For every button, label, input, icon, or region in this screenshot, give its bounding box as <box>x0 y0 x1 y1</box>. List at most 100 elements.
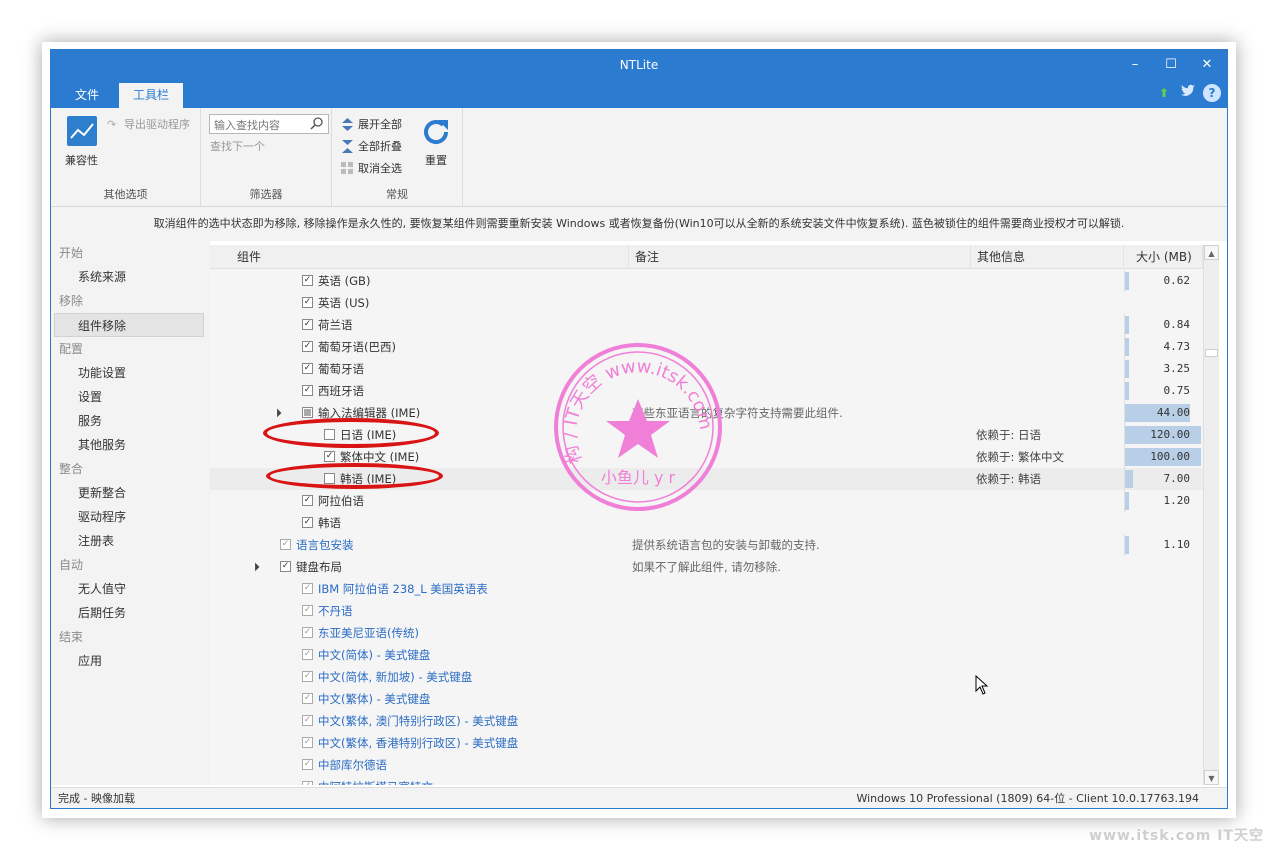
component-checkbox[interactable]: ✓ <box>302 649 313 660</box>
table-row[interactable]: ✓ 英语 (US) <box>210 292 1203 314</box>
component-checkbox[interactable]: ✓ <box>302 693 313 704</box>
component-checkbox[interactable]: ✓ <box>302 495 313 506</box>
component-checkbox[interactable]: ✓ <box>302 341 313 352</box>
column-header-info[interactable]: 其他信息 <box>971 245 1124 269</box>
sidebar-item[interactable]: 组件移除 <box>54 313 204 337</box>
removal-notice: 取消组件的选中状态即为移除, 移除操作是永久性的, 要恢复某组件则需要重新安装 … <box>51 207 1227 241</box>
column-header-component[interactable]: 组件 <box>210 245 629 269</box>
size-bar <box>1125 382 1129 400</box>
component-checkbox[interactable]: ✓ <box>302 715 313 726</box>
table-row[interactable]: ✓ 中文(简体, 新加坡) - 美式键盘 <box>210 666 1203 688</box>
size-bar <box>1125 360 1129 378</box>
table-row[interactable]: ✓ 东亚美尼亚语(传统) <box>210 622 1203 644</box>
table-row[interactable]: ✓ 英语 (GB) 0.62 <box>210 270 1203 292</box>
component-label: 中文(繁体, 香港特别行政区) - 美式键盘 <box>318 736 519 750</box>
table-row[interactable]: ✓ 荷兰语 0.84 <box>210 314 1203 336</box>
table-row[interactable]: ✓ 韩语 <box>210 512 1203 534</box>
table-row[interactable]: ✓ 不丹语 <box>210 600 1203 622</box>
component-checkbox[interactable]: ✓ <box>280 561 291 572</box>
component-checkbox[interactable]: ✓ <box>302 385 313 396</box>
component-checkbox[interactable]: ✓ <box>302 759 313 770</box>
component-label: 英语 (US) <box>318 296 370 310</box>
component-label: 中文(简体, 新加坡) - 美式键盘 <box>318 670 473 684</box>
scroll-down-icon[interactable]: ▼ <box>1204 770 1219 785</box>
annotation-oval-korean <box>266 463 443 489</box>
table-row[interactable]: ◢ ✓ 键盘布局 如果不了解此组件, 请勿移除. <box>210 556 1203 578</box>
ribbon-group-label-filter: 筛选器 <box>249 188 283 201</box>
table-row[interactable]: ✓ 中阿特拉斯塔马塞特文 <box>210 776 1203 785</box>
table-row[interactable]: ✓ 中文(简体) - 美式键盘 <box>210 644 1203 666</box>
deselect-all-button[interactable]: 取消全选 <box>341 160 402 176</box>
tab-file[interactable]: 文件 <box>61 83 113 108</box>
sidebar-item[interactable]: 系统来源 <box>51 265 210 289</box>
reset-icon[interactable] <box>420 116 452 148</box>
table-row[interactable]: ✓ 中部库尔德语 <box>210 754 1203 776</box>
size-bar <box>1125 272 1129 290</box>
sidebar-item[interactable]: 无人值守 <box>51 577 210 601</box>
component-checkbox[interactable]: ✓ <box>302 319 313 330</box>
scroll-up-icon[interactable]: ▲ <box>1204 245 1219 260</box>
sidebar-item[interactable]: 更新整合 <box>51 481 210 505</box>
sidebar-item[interactable]: 注册表 <box>51 529 210 553</box>
find-next-button[interactable]: 查找下一个 <box>210 138 265 154</box>
update-arrow-icon[interactable]: ⬆ <box>1155 84 1173 102</box>
column-header-size[interactable]: 大小 (MB) <box>1124 245 1203 269</box>
title-bar: NTLite – ☐ ✕ 文件 工具栏 ⬆ ? <box>51 50 1227 108</box>
sidebar-section: 结束 <box>59 630 84 644</box>
component-checkbox[interactable]: ✓ <box>302 297 313 308</box>
sidebar-item[interactable]: 功能设置 <box>51 361 210 385</box>
component-checkbox[interactable]: ✓ <box>302 737 313 748</box>
help-icon[interactable]: ? <box>1203 84 1221 102</box>
sidebar-item[interactable]: 服务 <box>51 409 210 433</box>
component-checkbox[interactable]: ✓ <box>302 517 313 528</box>
reset-button[interactable]: 重置 <box>425 152 447 168</box>
ribbon-group-label-other: 其他选项 <box>103 188 148 201</box>
component-label: 韩语 <box>318 516 341 530</box>
table-row[interactable]: ✓ 中文(繁体, 澳门特别行政区) - 美式键盘 <box>210 710 1203 732</box>
component-label: IBM 阿拉伯语 238_L 美国英语表 <box>318 582 488 596</box>
component-label: 中文(繁体) - 美式键盘 <box>318 692 431 706</box>
component-checkbox[interactable]: ✓ <box>280 539 291 550</box>
sidebar-section: 配置 <box>59 342 84 356</box>
table-row[interactable]: ✓ 中文(繁体, 香港特别行政区) - 美式键盘 <box>210 732 1203 754</box>
table-row[interactable]: ✓ IBM 阿拉伯语 238_L 美国英语表 <box>210 578 1203 600</box>
component-label: 语言包安装 <box>296 538 354 552</box>
component-checkbox[interactable]: ✓ <box>302 781 313 785</box>
size-value: 0.75 <box>1163 384 1191 397</box>
ribbon-group-filter: 输入查找内容 查找下一个 筛选器 <box>201 108 332 207</box>
maximize-icon[interactable]: ☐ <box>1159 56 1183 74</box>
component-checkbox[interactable]: ✓ <box>302 605 313 616</box>
component-checkbox[interactable]: ✓ <box>302 275 313 286</box>
scroll-thumb[interactable] <box>1205 349 1218 357</box>
minimize-icon[interactable]: – <box>1123 56 1147 74</box>
expand-all-button[interactable]: 展开全部 <box>341 116 402 132</box>
collapse-triangle-icon[interactable]: ◢ <box>267 403 287 423</box>
compatibility-icon[interactable] <box>67 116 97 146</box>
component-info: 依赖于: 繁体中文 <box>976 450 1065 464</box>
sidebar-item[interactable]: 应用 <box>51 649 210 673</box>
collapse-triangle-icon[interactable]: ◢ <box>245 557 265 577</box>
column-header-note[interactable]: 备注 <box>629 245 971 269</box>
component-checkbox[interactable]: ✓ <box>302 583 313 594</box>
component-size: 0.62 <box>1124 270 1202 292</box>
component-checkbox[interactable] <box>302 407 313 418</box>
component-checkbox[interactable]: ✓ <box>302 363 313 374</box>
tab-toolbar[interactable]: 工具栏 <box>119 83 184 108</box>
vertical-scrollbar[interactable]: ▲ ▼ <box>1203 245 1219 785</box>
sidebar-item[interactable]: 后期任务 <box>51 601 210 625</box>
sidebar-item[interactable]: 其他服务 <box>51 433 210 457</box>
component-checkbox[interactable]: ✓ <box>302 671 313 682</box>
collapse-all-button[interactable]: 全部折叠 <box>341 138 402 154</box>
component-checkbox[interactable]: ✓ <box>302 627 313 638</box>
close-icon[interactable]: ✕ <box>1195 56 1219 74</box>
search-input[interactable]: 输入查找内容 <box>209 114 329 134</box>
table-row[interactable]: ✓ 中文(繁体) - 美式键盘 <box>210 688 1203 710</box>
watermark: www.itsk.com IT天空 <box>1089 828 1264 844</box>
component-checkbox[interactable]: ✓ <box>324 451 335 462</box>
sidebar-item[interactable]: 设置 <box>51 385 210 409</box>
table-row[interactable]: ✓ 语言包安装 提供系统语言包的安装与卸载的支持. 1.10 <box>210 534 1203 556</box>
compatibility-button[interactable]: 兼容性 <box>65 152 98 168</box>
sidebar-item[interactable]: 驱动程序 <box>51 505 210 529</box>
export-drivers-button[interactable]: ↷ 导出驱动程序 <box>107 116 190 132</box>
twitter-icon[interactable] <box>1179 84 1197 102</box>
